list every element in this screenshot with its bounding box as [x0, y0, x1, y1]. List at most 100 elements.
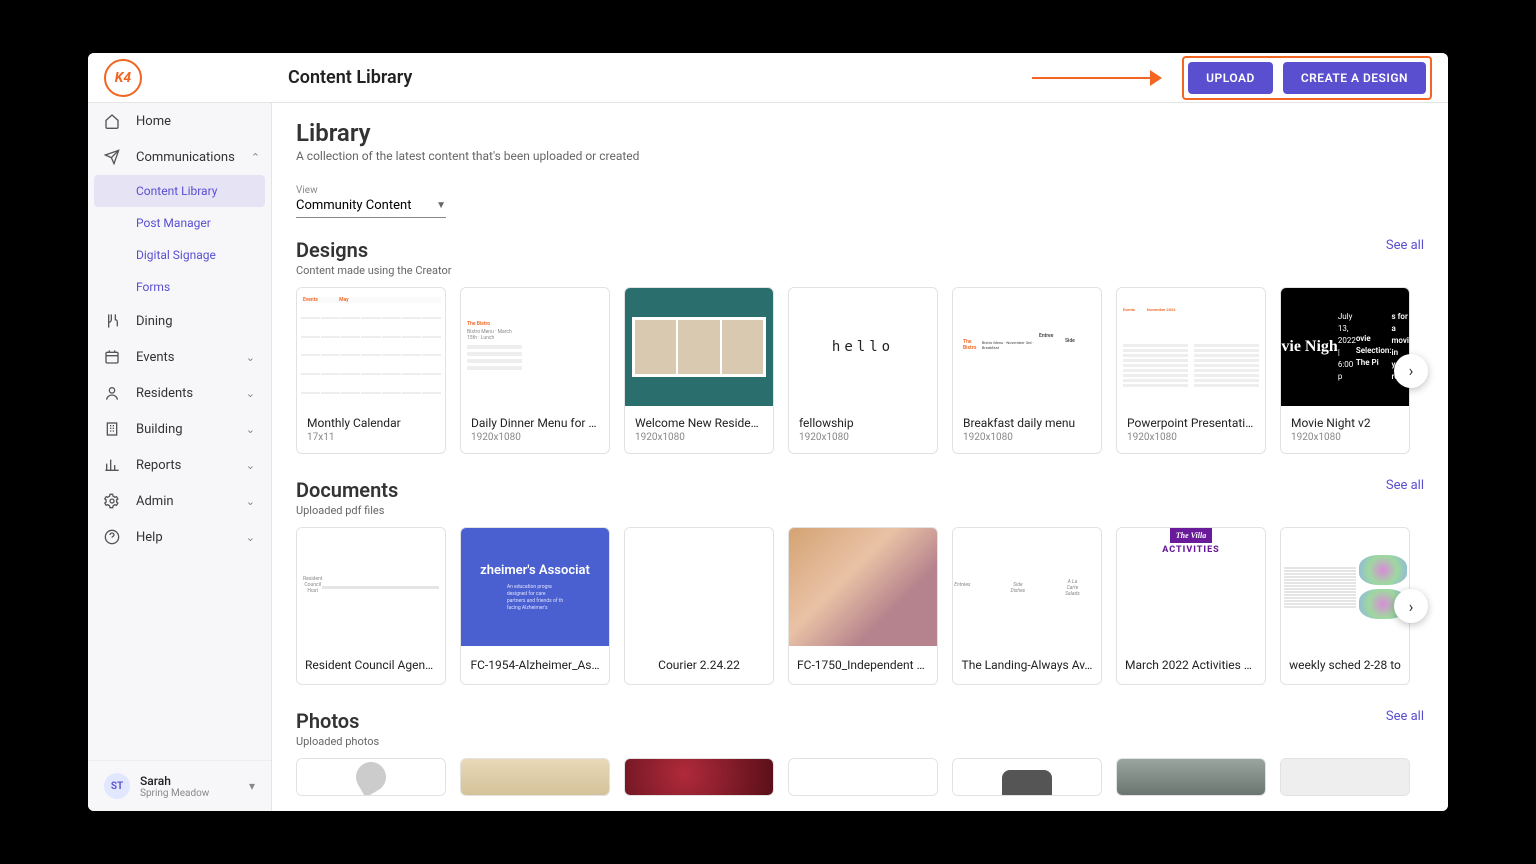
document-card[interactable]: Resident Council HostResident Council Ag…: [296, 527, 446, 685]
user-name: Sarah: [140, 774, 209, 788]
nav-home[interactable]: Home: [88, 103, 271, 139]
sidebar-user[interactable]: ST Sarah Spring Meadow ▾: [88, 760, 271, 811]
card-title: Breakfast daily menu: [963, 416, 1091, 430]
design-card[interactable]: ⋯ hello fellowship1920x1080: [788, 287, 938, 454]
document-card[interactable]: ⋯zheimer's AssociatAn education prograde…: [460, 527, 610, 685]
photo-card[interactable]: ⋯: [296, 758, 446, 796]
nav-label: Reports: [136, 458, 181, 473]
upload-button[interactable]: UPLOAD: [1188, 62, 1273, 94]
section-title: Photos: [296, 709, 379, 733]
user-info: Sarah Spring Meadow: [140, 774, 209, 799]
thumbnail: [625, 759, 773, 795]
thumbnail: [789, 528, 937, 646]
designs-row: Events May Monthly Calendar17x11 ⋯ The B…: [296, 287, 1424, 454]
create-design-button[interactable]: CREATE A DESIGN: [1283, 62, 1426, 94]
photo-card[interactable]: ⋯: [788, 758, 938, 796]
design-card[interactable]: ⋯ Welcome New Residents1920x1080: [624, 287, 774, 454]
scroll-right-button[interactable]: ›: [1394, 589, 1428, 623]
see-all-documents[interactable]: See all: [1386, 478, 1424, 493]
designs-row-wrap: Events May Monthly Calendar17x11 ⋯ The B…: [296, 287, 1424, 454]
thumbnail: Events May: [297, 288, 445, 406]
nav-label: Admin: [136, 494, 174, 509]
dining-icon: [104, 313, 120, 329]
nav-content-library[interactable]: Content Library: [94, 175, 265, 207]
view-select[interactable]: Community Content ▼: [296, 198, 446, 218]
nav-reports[interactable]: Reports ⌄: [88, 447, 271, 483]
scroll-right-button[interactable]: ›: [1394, 354, 1428, 388]
document-card[interactable]: weekly sched 2-28 to: [1280, 527, 1410, 685]
thumbnail: [297, 759, 445, 795]
photo-card[interactable]: ⋯: [624, 758, 774, 796]
design-card[interactable]: ⋯ The BistroBistro Menu · November 3rd ·…: [952, 287, 1102, 454]
callout-arrow: [1032, 70, 1162, 86]
thumbnail: Movie NighJuly 13, 2022 | 6:00 povie Sel…: [1281, 288, 1409, 406]
see-all-designs[interactable]: See all: [1386, 238, 1424, 253]
nav-communications[interactable]: Communications ⌃: [88, 139, 271, 175]
section-head-documents: Documents Uploaded pdf files See all: [296, 478, 1424, 517]
main-content: Library A collection of the latest conte…: [272, 103, 1448, 811]
photo-card[interactable]: ⋯: [460, 758, 610, 796]
nav-label: Help: [136, 530, 163, 545]
nav-post-manager[interactable]: Post Manager: [88, 207, 271, 239]
nav-admin[interactable]: Admin ⌄: [88, 483, 271, 519]
card-dim: 1920x1080: [799, 432, 927, 443]
nav-label: Building: [136, 422, 183, 437]
thumbnail: [953, 759, 1101, 795]
chevron-down-icon: ⌄: [246, 351, 255, 364]
document-card[interactable]: ⋯FC-1750_Independent L…: [788, 527, 938, 685]
document-card[interactable]: Courier 2.24.22: [624, 527, 774, 685]
card-title: The Landing-Always Av…: [953, 646, 1101, 684]
thumbnail: EntréesSide DishesA La Carte Salads: [953, 528, 1101, 646]
send-icon: [104, 149, 120, 165]
nav-residents[interactable]: Residents ⌄: [88, 375, 271, 411]
card-title: FC-1954-Alzheimer_As…: [461, 646, 609, 684]
nav-label: Dining: [136, 314, 173, 329]
see-all-photos[interactable]: See all: [1386, 709, 1424, 724]
photo-card[interactable]: ⋯: [952, 758, 1102, 796]
building-icon: [104, 421, 120, 437]
document-card[interactable]: ⋯EntréesSide DishesA La Carte SaladsThe …: [952, 527, 1102, 685]
view-value: Community Content: [296, 198, 411, 213]
thumbnail: [461, 759, 609, 795]
thumbnail: [625, 528, 773, 646]
nav-help[interactable]: Help ⌄: [88, 519, 271, 555]
nav-dining[interactable]: Dining: [88, 303, 271, 339]
thumbnail: [1281, 759, 1409, 795]
card-title: Courier 2.24.22: [625, 646, 773, 684]
design-card[interactable]: Movie NighJuly 13, 2022 | 6:00 povie Sel…: [1280, 287, 1410, 454]
chevron-down-icon: ⌄: [246, 531, 255, 544]
calendar-icon: [104, 349, 120, 365]
nav-building[interactable]: Building ⌄: [88, 411, 271, 447]
thumbnail: [1281, 528, 1409, 646]
thumbnail: zheimer's AssociatAn education progrades…: [461, 528, 609, 646]
chevron-up-icon: ⌃: [251, 151, 260, 164]
photo-card[interactable]: [1280, 758, 1410, 796]
card-title: Welcome New Residents: [635, 416, 763, 430]
section-title: Designs: [296, 238, 451, 262]
nav-forms[interactable]: Forms: [88, 271, 271, 303]
thumbnail: [789, 759, 937, 795]
top-bar: K4 Content Library UPLOAD CREATE A DESIG…: [88, 53, 1448, 103]
nav-events[interactable]: Events ⌄: [88, 339, 271, 375]
nav-digital-signage[interactable]: Digital Signage: [88, 239, 271, 271]
document-card[interactable]: ⋯The VillaACTIVITIESMarch 2022 Activitie…: [1116, 527, 1266, 685]
app-title: Content Library: [288, 67, 412, 88]
chevron-down-icon: ⌄: [246, 423, 255, 436]
thumbnail: The VillaACTIVITIES: [1117, 528, 1265, 646]
page-title: Library: [296, 119, 1424, 147]
photo-card[interactable]: ⋯: [1116, 758, 1266, 796]
design-card[interactable]: Events May Monthly Calendar17x11: [296, 287, 446, 454]
help-icon: [104, 529, 120, 545]
sidebar: Home Communications ⌃ Content Library Po…: [88, 103, 272, 811]
design-card[interactable]: ⋯ Events November 2022 Powerpoint Presen…: [1116, 287, 1266, 454]
design-card[interactable]: ⋯ The BistroBistro Menu · March 15th · L…: [460, 287, 610, 454]
card-title: Daily Dinner Menu for …: [471, 416, 599, 430]
app-logo[interactable]: K4: [104, 59, 142, 97]
nav-label: Residents: [136, 386, 193, 401]
logo-wrap: K4: [104, 59, 288, 97]
person-icon: [104, 385, 120, 401]
card-title: Powerpoint Presentation: [1127, 416, 1255, 430]
user-community: Spring Meadow: [140, 788, 209, 799]
card-dim: 1920x1080: [963, 432, 1091, 443]
card-title: FC-1750_Independent L…: [789, 646, 937, 684]
